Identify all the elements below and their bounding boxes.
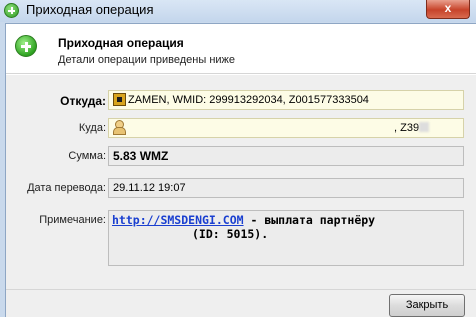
- add-circle-icon: [15, 35, 37, 57]
- header-subtitle: Детали операции приведены ниже: [58, 54, 236, 66]
- webmoney-passport-icon: [113, 93, 126, 106]
- date-field[interactable]: 29.11.12 19:07: [108, 178, 464, 198]
- window-close-button[interactable]: x: [426, 0, 470, 19]
- to-label: Куда:: [78, 122, 106, 134]
- from-label: Откуда:: [60, 94, 106, 108]
- close-button[interactable]: Закрыть: [389, 294, 465, 317]
- to-value-suffix: , Z39: [394, 122, 420, 134]
- title-bar: Приходная операция x: [0, 0, 476, 22]
- note-link[interactable]: http://SMSDENGI.COM: [112, 213, 244, 227]
- window-title: Приходная операция: [26, 2, 154, 17]
- redacted-region: [419, 122, 430, 132]
- person-icon: [113, 120, 126, 135]
- dialog-body: Откуда: ZAMEN, WMID: 299913292034, Z0015…: [6, 75, 476, 289]
- header-title: Приходная операция: [58, 36, 184, 50]
- note-text-1: - выплата партнёру: [243, 213, 376, 227]
- dialog-header: Приходная операция Детали операции приве…: [6, 24, 476, 74]
- from-value: ZAMEN, WMID: 299913292034, Z001577333504: [128, 94, 369, 106]
- note-field[interactable]: http://SMSDENGI.COM - выплата партнёру (…: [108, 210, 464, 266]
- amount-field[interactable]: 5.83 WMZ: [108, 146, 464, 166]
- note-label: Примечание:: [39, 214, 106, 226]
- dialog-footer: Закрыть: [6, 289, 476, 317]
- from-field[interactable]: ZAMEN, WMID: 299913292034, Z001577333504: [108, 90, 464, 110]
- note-text-2: (ID: 5015).: [192, 227, 269, 241]
- dialog: Приходная операция Детали операции приве…: [5, 23, 476, 317]
- amount-label: Сумма:: [68, 150, 106, 162]
- date-label: Дата перевода:: [27, 182, 106, 194]
- redacted-region: [126, 121, 394, 133]
- to-field[interactable]: , Z39: [108, 118, 464, 138]
- add-circle-icon: [4, 3, 19, 18]
